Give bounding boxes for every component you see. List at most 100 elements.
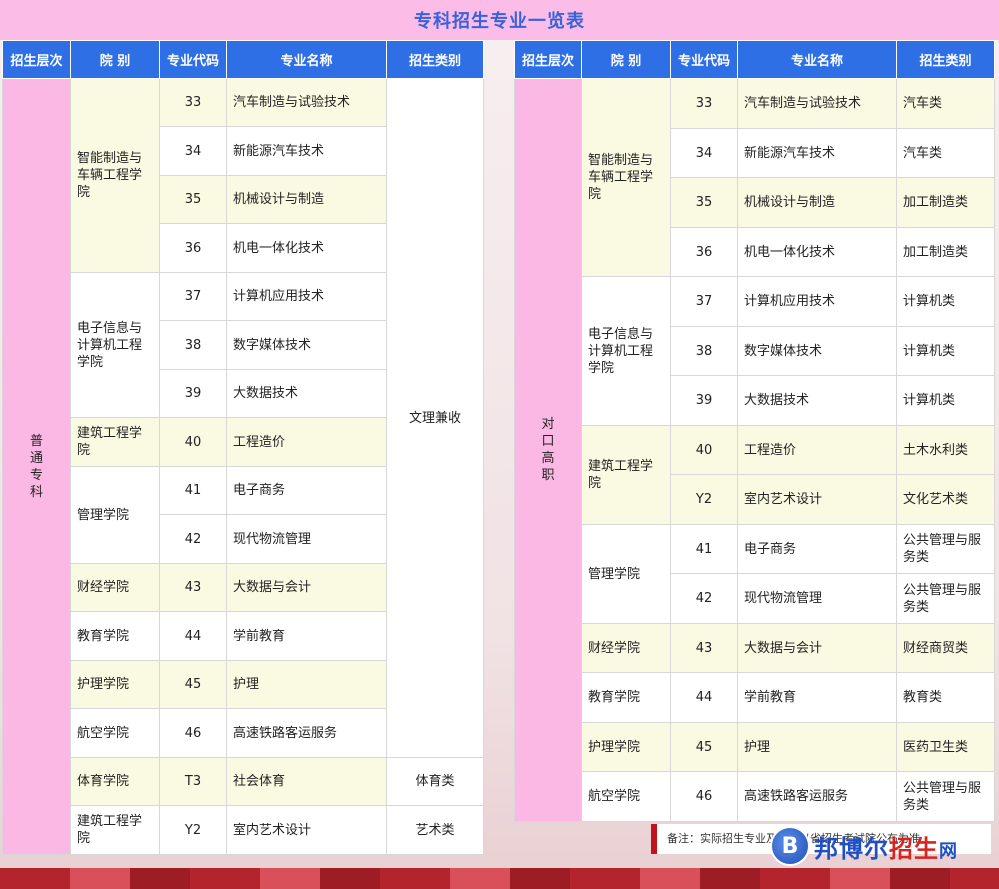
table-row: 建筑工程学院 Y2 室内艺术设计 艺术类 bbox=[3, 805, 484, 855]
header-category: 招生类别 bbox=[896, 40, 995, 79]
college-cell: 航空学院 bbox=[70, 708, 160, 758]
table-row: 财经学院 43 大数据与会计 财经商贸类 bbox=[515, 623, 995, 673]
major-cell: 学前教育 bbox=[226, 611, 387, 661]
college-cell: 电子信息与计算机工程学院 bbox=[70, 272, 160, 418]
major-cell: 电子商务 bbox=[226, 466, 387, 515]
major-cell: 汽车制造与试验技术 bbox=[737, 78, 897, 129]
logo-mark-icon: B bbox=[770, 826, 810, 866]
table-row: 航空学院 46 高速铁路客运服务 公共管理与服务类 bbox=[515, 771, 995, 822]
college-cell: 建筑工程学院 bbox=[70, 805, 160, 855]
table-row: 教育学院 44 学前教育 教育类 bbox=[515, 672, 995, 723]
level-cell: 对口高职 bbox=[514, 78, 582, 822]
college-cell: 建筑工程学院 bbox=[70, 417, 160, 467]
major-cell: 高速铁路客运服务 bbox=[737, 771, 897, 822]
table-header-row: 招生层次 院 别 专业代码 专业名称 招生类别 bbox=[2, 40, 484, 79]
code-cell: 44 bbox=[159, 611, 227, 661]
header-level: 招生层次 bbox=[2, 40, 71, 79]
header-code: 专业代码 bbox=[159, 40, 227, 79]
code-cell: 40 bbox=[159, 417, 227, 467]
major-cell: 汽车制造与试验技术 bbox=[226, 78, 387, 127]
code-cell: 46 bbox=[159, 708, 227, 758]
table-row: 管理学院 41 电子商务 公共管理与服务类 bbox=[515, 524, 995, 624]
category-cell: 加工制造类 bbox=[896, 227, 995, 277]
code-cell: 33 bbox=[159, 78, 227, 127]
code-cell: 33 bbox=[670, 78, 738, 129]
category-cell: 财经商贸类 bbox=[896, 623, 995, 673]
code-cell: Y2 bbox=[670, 474, 738, 525]
category-cell: 文化艺术类 bbox=[896, 474, 995, 525]
logo-text-blue: 邦博尔 bbox=[814, 834, 889, 863]
major-cell: 室内艺术设计 bbox=[737, 474, 897, 525]
major-cell: 大数据与会计 bbox=[737, 623, 897, 673]
college-cell: 建筑工程学院 bbox=[581, 425, 671, 525]
major-cell: 新能源汽车技术 bbox=[226, 126, 387, 176]
major-cell: 电子商务 bbox=[737, 524, 897, 574]
code-cell: T3 bbox=[159, 757, 227, 806]
college-cell: 体育学院 bbox=[70, 757, 160, 806]
college-cell: 教育学院 bbox=[70, 611, 160, 661]
category-cell: 汽车类 bbox=[896, 78, 995, 129]
table-header-row: 招生层次 院 别 专业代码 专业名称 招生类别 bbox=[514, 40, 995, 79]
code-cell: 42 bbox=[159, 514, 227, 564]
logo-text-end: 网 bbox=[939, 840, 958, 862]
code-cell: 43 bbox=[670, 623, 738, 673]
code-cell: 46 bbox=[670, 771, 738, 822]
major-cell: 护理 bbox=[226, 660, 387, 709]
code-cell: 38 bbox=[159, 320, 227, 370]
category-cell: 计算机类 bbox=[896, 375, 995, 426]
code-cell: 36 bbox=[670, 227, 738, 277]
code-cell: 40 bbox=[670, 425, 738, 475]
header-college: 院 别 bbox=[70, 40, 160, 79]
major-cell: 大数据与会计 bbox=[226, 563, 387, 612]
category-cell: 医药卫生类 bbox=[896, 722, 995, 772]
right-table: 招生层次 院 别 专业代码 专业名称 招生类别 对口高职 智能制造与车辆工程学院… bbox=[514, 40, 995, 822]
major-cell: 社会体育 bbox=[226, 757, 387, 806]
major-cell: 高速铁路客运服务 bbox=[226, 708, 387, 758]
college-cell: 电子信息与计算机工程学院 bbox=[581, 276, 671, 426]
header-major: 专业名称 bbox=[226, 40, 387, 79]
college-cell: 教育学院 bbox=[581, 672, 671, 723]
logo-text: 邦博尔招生网 bbox=[814, 829, 958, 864]
category-cell: 汽车类 bbox=[896, 128, 995, 178]
major-cell: 机电一体化技术 bbox=[737, 227, 897, 277]
major-cell: 机械设计与制造 bbox=[226, 175, 387, 224]
major-cell: 学前教育 bbox=[737, 672, 897, 723]
category-cell: 计算机类 bbox=[896, 276, 995, 327]
category-cell: 文理兼收 bbox=[386, 78, 484, 758]
page-title: 专科招生专业一览表 bbox=[0, 0, 999, 40]
major-cell: 大数据技术 bbox=[737, 375, 897, 426]
code-cell: 42 bbox=[670, 573, 738, 624]
logo-text-red: 招生 bbox=[889, 834, 939, 863]
code-cell: 34 bbox=[670, 128, 738, 178]
major-cell: 机电一体化技术 bbox=[226, 223, 387, 273]
category-cell: 公共管理与服务类 bbox=[896, 524, 995, 574]
table-row: 护理学院 45 护理 医药卫生类 bbox=[515, 722, 995, 772]
code-cell: 37 bbox=[159, 272, 227, 321]
major-cell: 工程造价 bbox=[737, 425, 897, 475]
table-row: 电子信息与计算机工程学院 37 计算机应用技术 计算机类 bbox=[515, 276, 995, 426]
table-row: 对口高职 智能制造与车辆工程学院 33 汽车制造与试验技术 汽车类 bbox=[514, 78, 995, 822]
major-cell: 大数据技术 bbox=[226, 369, 387, 418]
header-level: 招生层次 bbox=[514, 40, 582, 79]
code-cell: 37 bbox=[670, 276, 738, 327]
college-cell: 财经学院 bbox=[581, 623, 671, 673]
category-cell: 公共管理与服务类 bbox=[896, 573, 995, 624]
college-cell: 护理学院 bbox=[70, 660, 160, 709]
college-cell: 智能制造与车辆工程学院 bbox=[581, 78, 671, 277]
site-logo[interactable]: B 邦博尔招生网 bbox=[770, 826, 958, 866]
code-cell: 35 bbox=[670, 177, 738, 228]
major-cell: 护理 bbox=[737, 722, 897, 772]
college-cell: 护理学院 bbox=[581, 722, 671, 772]
decorative-bottom-strip bbox=[0, 868, 999, 889]
header-code: 专业代码 bbox=[670, 40, 738, 79]
category-cell: 加工制造类 bbox=[896, 177, 995, 228]
table-row: 普通专科 智能制造与车辆工程学院 33 汽车制造与试验技术 文理兼收 bbox=[2, 78, 484, 855]
left-table: 招生层次 院 别 专业代码 专业名称 招生类别 普通专科 智能制造与车辆工程学院… bbox=[2, 40, 484, 855]
code-cell: Y2 bbox=[159, 805, 227, 855]
code-cell: 39 bbox=[670, 375, 738, 426]
header-major: 专业名称 bbox=[737, 40, 897, 79]
code-cell: 36 bbox=[159, 223, 227, 273]
major-cell: 机械设计与制造 bbox=[737, 177, 897, 228]
code-cell: 41 bbox=[159, 466, 227, 515]
major-cell: 工程造价 bbox=[226, 417, 387, 467]
